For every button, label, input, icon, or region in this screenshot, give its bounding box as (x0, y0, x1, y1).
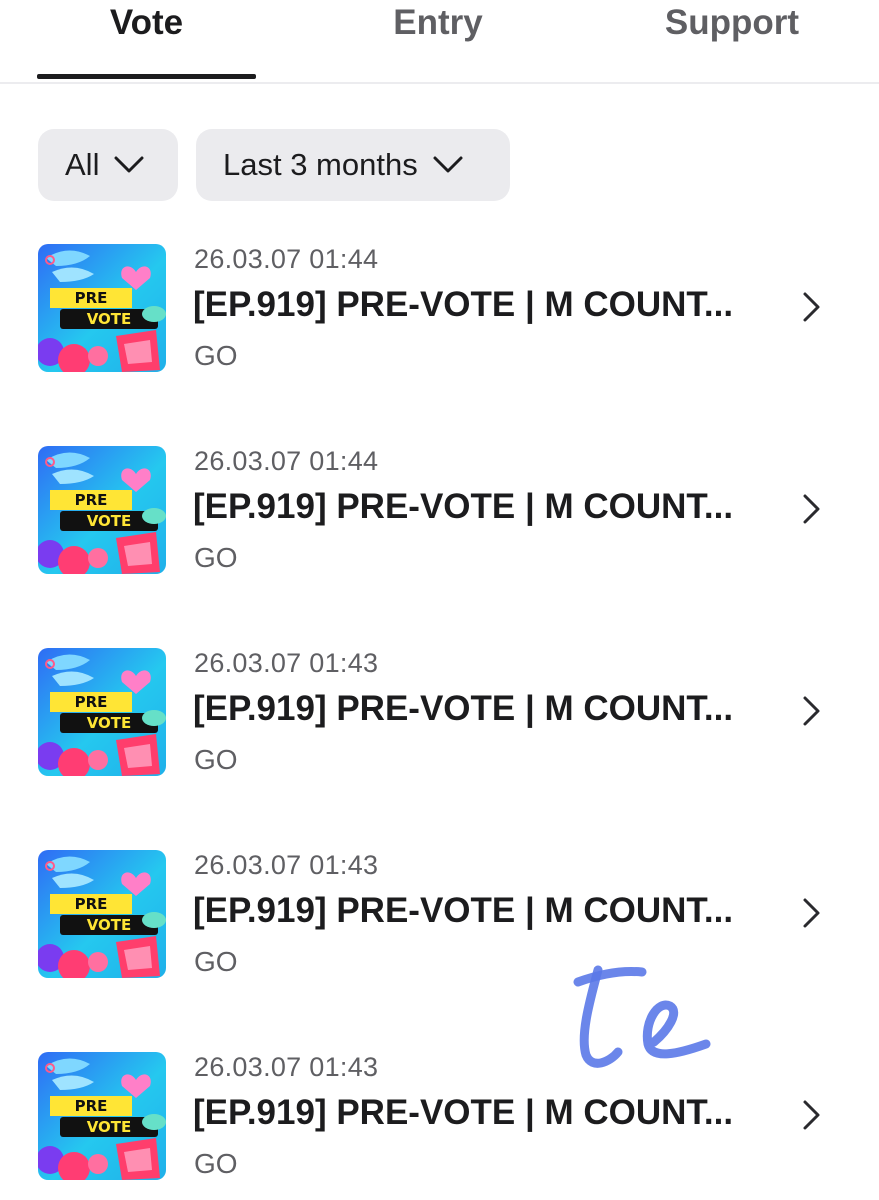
svg-text:VOTE: VOTE (87, 1118, 132, 1136)
pre-vote-thumbnail: PRE VOTE (38, 648, 166, 776)
chevron-down-icon (433, 156, 463, 173)
period-filter-label: Last 3 months (223, 147, 418, 182)
tab-support[interactable]: Support (622, 0, 842, 46)
chevron-right-icon (803, 494, 820, 524)
vote-status: GO (194, 542, 238, 573)
chevron-right-icon (803, 292, 820, 322)
chevron-right-icon (803, 696, 820, 726)
vote-date: 26.03.07 01:44 (194, 244, 379, 274)
vote-list-item[interactable]: PRE VOTE 26.03.07 01:43 [EP.919] PRE-VOT… (0, 850, 879, 985)
vote-title: [EP.919] PRE-VOTE | M COUNT... (193, 285, 734, 324)
svg-text:VOTE: VOTE (87, 916, 132, 934)
svg-text:VOTE: VOTE (87, 512, 132, 530)
tab-bar: Vote Entry Support (0, 0, 879, 84)
vote-date: 26.03.07 01:43 (194, 850, 379, 880)
vote-status: GO (194, 946, 238, 977)
pre-vote-thumbnail: PRE VOTE (38, 1052, 166, 1180)
vote-title: [EP.919] PRE-VOTE | M COUNT... (193, 891, 734, 930)
vote-list-item[interactable]: PRE VOTE 26.03.07 01:43 [EP.919] PRE-VOT… (0, 648, 879, 783)
svg-text:VOTE: VOTE (87, 310, 132, 328)
chevron-right-icon (803, 1100, 820, 1130)
handwritten-signature (573, 965, 711, 1068)
svg-text:PRE: PRE (75, 1097, 108, 1115)
active-tab-indicator (37, 74, 256, 79)
svg-text:VOTE: VOTE (87, 714, 132, 732)
vote-date: 26.03.07 01:43 (194, 648, 379, 678)
vote-list-item[interactable]: PRE VOTE 26.03.07 01:43 [EP.919] PRE-VOT… (0, 1052, 879, 1187)
period-filter-dropdown[interactable]: Last 3 months (196, 129, 510, 201)
chevron-down-icon (114, 156, 144, 173)
vote-date: 26.03.07 01:44 (194, 446, 379, 476)
tab-entry[interactable]: Entry (328, 0, 548, 46)
pre-vote-thumbnail: PRE VOTE (38, 850, 166, 978)
chevron-right-icon (803, 898, 820, 928)
vote-title: [EP.919] PRE-VOTE | M COUNT... (193, 487, 734, 526)
vote-title: [EP.919] PRE-VOTE | M COUNT... (193, 1093, 734, 1132)
svg-text:PRE: PRE (75, 289, 108, 307)
tab-vote[interactable]: Vote (37, 0, 256, 46)
pre-vote-thumbnail: PRE VOTE (38, 244, 166, 372)
vote-date: 26.03.07 01:43 (194, 1052, 379, 1082)
vote-status: GO (194, 1148, 238, 1179)
vote-status: GO (194, 744, 238, 775)
category-filter-dropdown[interactable]: All (38, 129, 178, 201)
svg-text:PRE: PRE (75, 693, 108, 711)
vote-history-page: Vote Entry Support All Last 3 months PRE… (0, 0, 879, 1200)
vote-list-item[interactable]: PRE VOTE 26.03.07 01:44 [EP.919] PRE-VOT… (0, 446, 879, 581)
svg-text:PRE: PRE (75, 491, 108, 509)
pre-vote-thumbnail: PRE VOTE (38, 446, 166, 574)
vote-title: [EP.919] PRE-VOTE | M COUNT... (193, 689, 734, 728)
vote-status: GO (194, 340, 238, 371)
svg-text:PRE: PRE (75, 895, 108, 913)
vote-list-item[interactable]: PRE VOTE 26.03.07 01:44 [EP.919] PRE-VOT… (0, 244, 879, 379)
category-filter-label: All (65, 147, 100, 182)
